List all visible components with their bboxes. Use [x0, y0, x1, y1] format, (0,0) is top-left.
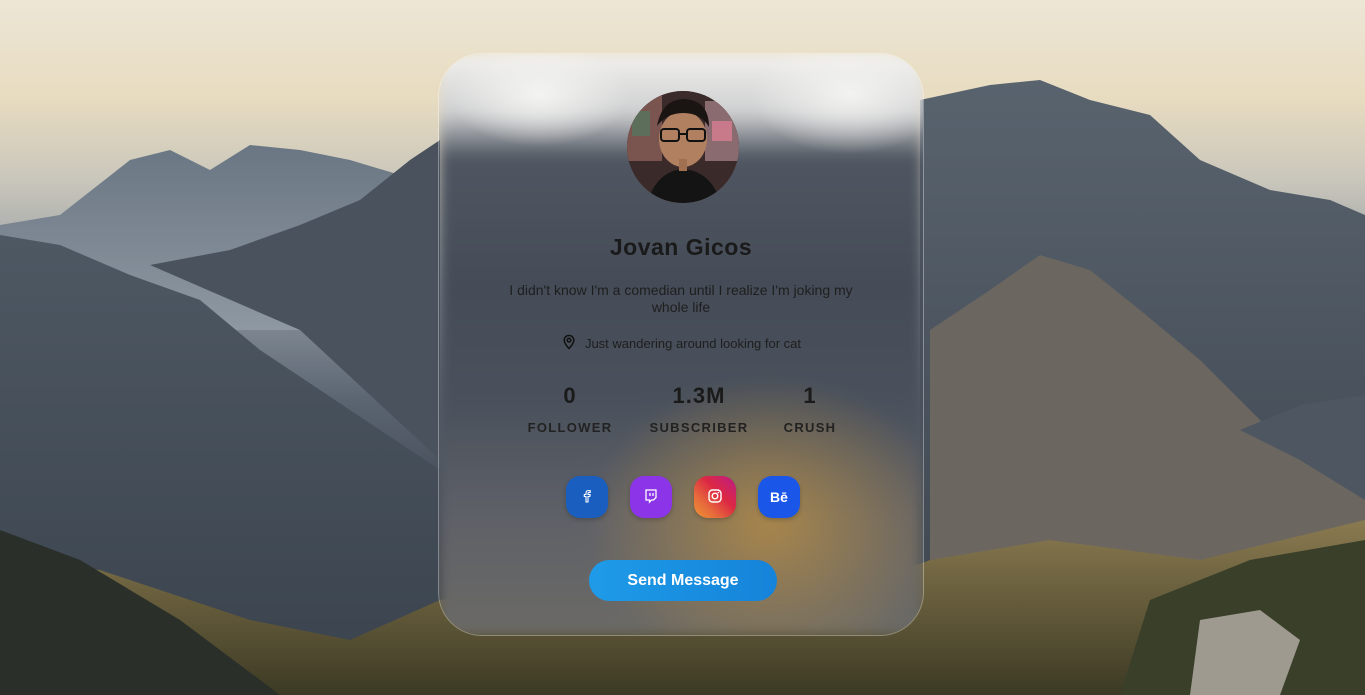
profile-card: Jovan Gicos I didn't know I'm a comedian… — [438, 53, 924, 636]
behance-icon: Bē — [770, 489, 788, 505]
facebook-button[interactable] — [566, 476, 608, 518]
instagram-button[interactable] — [694, 476, 736, 518]
stat-follower: 0 FOLLOWER — [500, 382, 640, 435]
stat-value: 1 — [803, 383, 817, 408]
profile-bio: I didn't know I'm a comedian until I rea… — [509, 282, 853, 315]
facebook-icon — [580, 489, 594, 506]
stat-label: FOLLOWER — [527, 420, 613, 435]
send-message-button[interactable]: Send Message — [589, 560, 777, 601]
location-text: Just wandering around looking for cat — [584, 336, 802, 351]
social-links: Bē — [566, 476, 800, 518]
stat-value: 0 — [563, 383, 577, 408]
avatar — [627, 91, 739, 203]
behance-button[interactable]: Bē — [758, 476, 800, 518]
profile-name: Jovan Gicos — [609, 234, 753, 260]
instagram-icon — [707, 488, 723, 507]
twitch-icon — [643, 488, 659, 507]
location-pin-icon — [561, 334, 577, 353]
profile-location: Just wandering around looking for cat — [439, 334, 923, 353]
twitch-button[interactable] — [630, 476, 672, 518]
stat-crush: 1 CRUSH — [740, 382, 880, 435]
stat-label: CRUSH — [783, 420, 837, 435]
